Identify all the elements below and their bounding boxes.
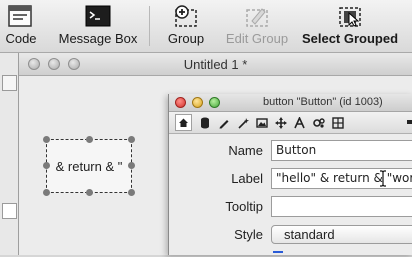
tab-behavior-icon[interactable] <box>310 114 327 131</box>
code-icon <box>8 5 32 30</box>
tab-position-icon[interactable] <box>272 114 289 131</box>
palette-tool-icon[interactable] <box>2 75 17 91</box>
document-title: Untitled 1 * <box>183 57 248 72</box>
code-label: Code <box>5 31 37 46</box>
message-box-label: Message Box <box>58 31 138 46</box>
message-box-toolbar-button[interactable]: Message Box <box>52 0 144 52</box>
inspector-titlebar[interactable]: button "Button" (id 1003) <box>169 94 412 112</box>
terminal-icon <box>85 5 111 30</box>
tab-custom-icon[interactable] <box>329 114 346 131</box>
tab-basic-properties-icon[interactable] <box>175 114 192 131</box>
inspector-close-button[interactable] <box>175 97 186 108</box>
palette-field-icon[interactable] <box>2 203 17 219</box>
tab-colors-icon[interactable] <box>253 114 270 131</box>
label-property-label: Label <box>231 171 263 186</box>
name-property-label: Name <box>228 143 263 158</box>
select-grouped-toolbar-button[interactable]: Select Grouped <box>296 0 404 52</box>
group-icon <box>173 5 199 32</box>
selection-handle-top-left[interactable] <box>43 136 50 143</box>
edit-group-icon <box>244 5 270 32</box>
select-grouped-label: Select Grouped <box>301 31 399 46</box>
button-control-label: & return & " <box>55 158 123 174</box>
selection-handle-bottom-right[interactable] <box>128 189 135 196</box>
label-property-value: "hello" & return & "world <box>276 171 412 185</box>
select-grouped-icon <box>337 5 363 32</box>
tooltip-property-label: Tooltip <box>225 199 263 214</box>
selection-handle-bottom-left[interactable] <box>43 189 50 196</box>
selection-handle-bottom-middle[interactable] <box>86 189 93 196</box>
inspector-title: button "Button" (id 1003) <box>263 96 383 108</box>
style-property-label: Style <box>234 227 263 242</box>
toolbar-separator <box>149 6 150 46</box>
label-property-field[interactable]: "hello" & return & "world <box>271 168 412 189</box>
tab-database-icon[interactable] <box>196 114 213 131</box>
selection-handle-middle-left[interactable] <box>43 162 50 169</box>
group-toolbar-button[interactable]: Group <box>158 0 214 52</box>
visible-checkbox-partial[interactable] <box>273 251 283 257</box>
text-cursor-icon <box>379 170 387 190</box>
tab-edit-icon[interactable] <box>215 114 232 131</box>
code-toolbar-button[interactable]: Code <box>0 0 42 52</box>
inspector-tab-bar <box>169 112 412 134</box>
property-inspector: button "Button" (id 1003) Name Button La… <box>168 94 412 255</box>
selection-handle-top-right[interactable] <box>128 136 135 143</box>
group-label: Group <box>167 31 205 46</box>
style-property-value: standard <box>284 227 335 242</box>
tab-text-icon[interactable] <box>291 114 308 131</box>
tab-effects-icon[interactable] <box>234 114 251 131</box>
document-titlebar[interactable]: Untitled 1 * <box>19 53 412 76</box>
style-property-select[interactable]: standard <box>271 225 412 244</box>
tab-overflow-indicator[interactable] <box>407 120 412 124</box>
selection-handle-middle-right[interactable] <box>128 162 135 169</box>
selected-button-control[interactable]: & return & " <box>46 139 132 193</box>
tools-palette-edge <box>0 53 19 255</box>
selection-handle-top-middle[interactable] <box>86 136 93 143</box>
tooltip-property-field[interactable] <box>271 196 412 217</box>
name-property-field[interactable]: Button <box>271 140 412 161</box>
main-toolbar: Code Message Box Group Edit Group Select… <box>0 0 412 53</box>
edit-group-toolbar-button[interactable]: Edit Group <box>220 0 294 52</box>
inspector-zoom-button[interactable] <box>209 97 220 108</box>
inspector-minimize-button[interactable] <box>192 97 203 108</box>
edit-group-label: Edit Group <box>225 31 289 46</box>
